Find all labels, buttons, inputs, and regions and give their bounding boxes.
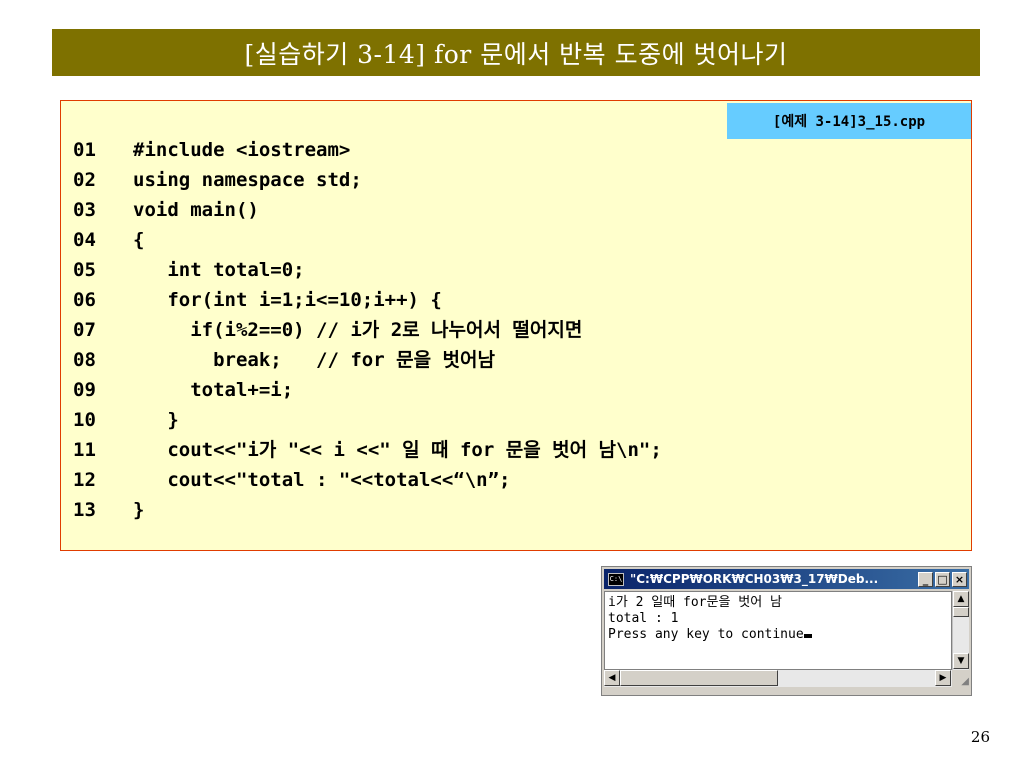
line-code: void main() — [133, 199, 259, 221]
code-listing: [예제 3-14]3_15.cpp 01 #include <iostream> … — [60, 100, 972, 551]
scroll-right-icon[interactable]: ▶ — [935, 670, 951, 686]
console-app-icon[interactable]: C:\ — [608, 572, 624, 586]
maximize-button[interactable]: □ — [935, 571, 950, 587]
line-code: using namespace std; — [133, 169, 362, 191]
slide-title: [실습하기 3-14] for 문에서 반복 도중에 벗어나기 — [244, 39, 788, 69]
line-code: int total=0; — [133, 259, 305, 281]
code-line: 09 total+=i; — [73, 375, 293, 405]
line-number: 09 — [73, 379, 96, 401]
text-cursor — [803, 634, 812, 638]
line-code: cout<<"i가 "<< i <<" 일 때 for 문을 벗어 남\n"; — [133, 439, 662, 461]
line-code: break; // for 문을 벗어남 — [133, 349, 495, 371]
line-code: for(int i=1;i<=10;i++) { — [133, 289, 442, 311]
horizontal-scrollbar[interactable]: ◀ ▶ — [604, 670, 952, 687]
code-line: 01 #include <iostream> — [73, 135, 350, 165]
line-number: 05 — [73, 259, 96, 281]
console-output-line: i가 2 일때 for문을 벗어 남 — [608, 595, 782, 610]
line-number: 03 — [73, 199, 96, 221]
code-line: 13} — [73, 495, 144, 525]
line-code: { — [133, 229, 145, 251]
line-code: } — [133, 499, 145, 521]
scroll-left-icon[interactable]: ◀ — [604, 670, 620, 686]
line-number: 11 — [73, 439, 96, 461]
code-line: 07 if(i%2==0) // i가 2로 나누어서 떨어지면 — [73, 315, 582, 345]
line-number: 12 — [73, 469, 96, 491]
slide-title-bar: [실습하기 3-14] for 문에서 반복 도중에 벗어나기 — [52, 29, 980, 76]
resize-grip-icon[interactable]: ◢ — [952, 670, 969, 687]
line-code: if(i%2==0) // i가 2로 나누어서 떨어지면 — [133, 319, 583, 341]
console-output-text: Press any key to continue — [608, 627, 804, 642]
line-number: 04 — [73, 229, 96, 251]
code-line: 03 void main() — [73, 195, 259, 225]
code-line: 08 break; // for 문을 벗어남 — [73, 345, 495, 375]
line-code: total+=i; — [133, 379, 294, 401]
code-line: 04 { — [73, 225, 144, 255]
minimize-button[interactable]: _ — [918, 571, 933, 587]
line-number: 08 — [73, 349, 96, 371]
horizontal-scroll-thumb[interactable] — [620, 670, 778, 686]
code-line: 05 int total=0; — [73, 255, 305, 285]
scroll-down-icon[interactable]: ▼ — [953, 653, 969, 669]
line-code: #include <iostream> — [133, 139, 351, 161]
scroll-up-icon[interactable]: ▲ — [953, 591, 969, 607]
code-line: 02 using namespace std; — [73, 165, 362, 195]
console-title-bar[interactable]: C:\ "C:₩CPP₩ORK₩CH03₩3_17₩Deb... _ □ × — [604, 569, 969, 589]
line-number: 10 — [73, 409, 96, 431]
code-line: 10 } — [73, 405, 179, 435]
vertical-scrollbar[interactable]: ▲ ▼ — [952, 591, 969, 670]
console-output[interactable]: i가 2 일때 for문을 벗어 남 total : 1 Press any k… — [604, 591, 952, 670]
code-line: 11 cout<<"i가 "<< i <<" 일 때 for 문을 벗어 남\n… — [73, 435, 662, 465]
line-number: 13 — [73, 499, 96, 521]
line-code: } — [133, 409, 179, 431]
console-window[interactable]: C:\ "C:₩CPP₩ORK₩CH03₩3_17₩Deb... _ □ × i… — [601, 566, 972, 696]
console-output-line: total : 1 — [608, 611, 679, 626]
line-number: 01 — [73, 139, 96, 161]
line-code: cout<<"total : "<<total<<“\n”; — [133, 469, 511, 491]
console-output-line: Press any key to continue — [608, 627, 951, 643]
code-line: 12 cout<<"total : "<<total<<“\n”; — [73, 465, 511, 495]
line-number: 07 — [73, 319, 96, 341]
console-window-title: "C:₩CPP₩ORK₩CH03₩3_17₩Deb... — [630, 572, 879, 586]
vertical-scroll-thumb[interactable] — [953, 607, 969, 617]
line-number: 02 — [73, 169, 96, 191]
line-number: 06 — [73, 289, 96, 311]
file-name-tag: [예제 3-14]3_15.cpp — [727, 103, 971, 139]
code-line: 06 for(int i=1;i<=10;i++) { — [73, 285, 442, 315]
page-number: 26 — [970, 728, 990, 746]
close-button[interactable]: × — [952, 571, 967, 587]
